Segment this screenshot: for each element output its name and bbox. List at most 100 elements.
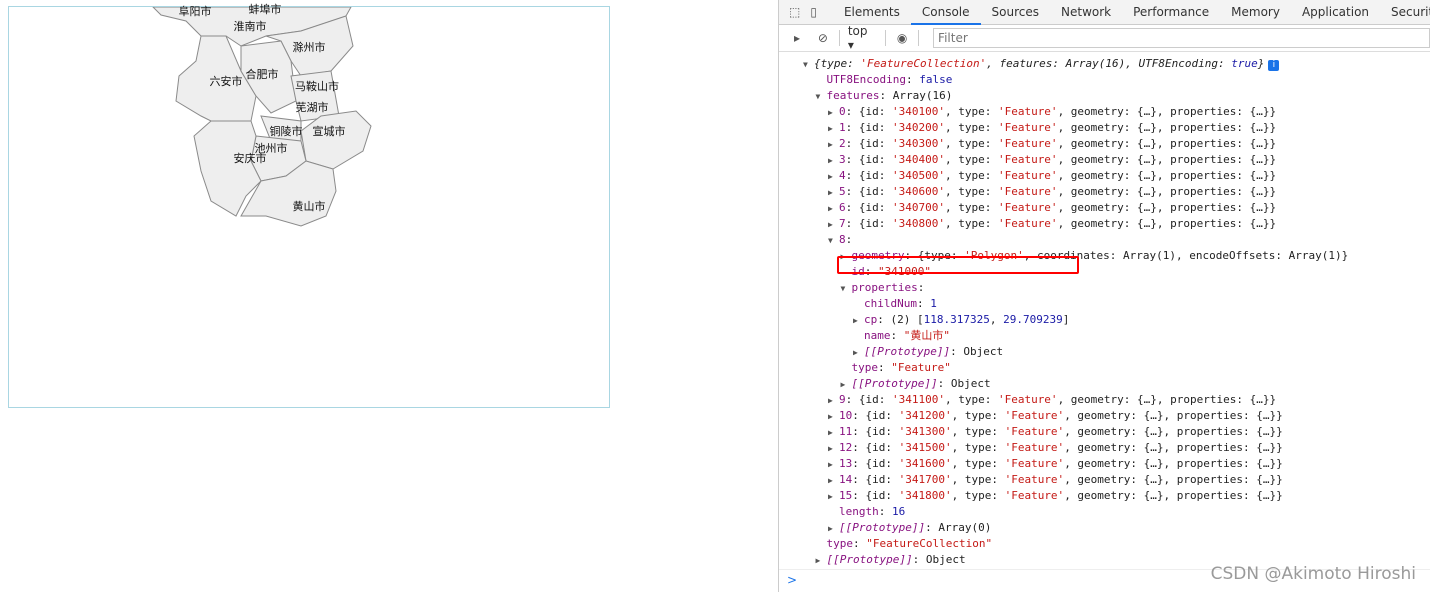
expanded-arrow-icon[interactable]: ▼ <box>803 57 814 73</box>
tab-memory[interactable]: Memory <box>1220 0 1291 25</box>
tab-security[interactable]: Security <box>1380 0 1430 25</box>
collapsed-arrow-icon[interactable]: ▶ <box>828 521 839 537</box>
tab-console[interactable]: Console <box>910 0 981 25</box>
tab-network[interactable]: Network <box>1050 0 1122 25</box>
console-line[interactable]: ▶ 0: {id: '340100', type: 'Feature', geom… <box>779 104 1430 120</box>
tab-elements[interactable]: Elements <box>833 0 911 25</box>
token: UTF8Encoding <box>826 73 906 86</box>
tab-application[interactable]: Application <box>1291 0 1380 25</box>
console-line[interactable]: ▶ 9: {id: '341100', type: 'Feature', geom… <box>779 392 1430 408</box>
tab-sources[interactable]: Sources <box>981 0 1050 25</box>
tab-performance[interactable]: Performance <box>1122 0 1220 25</box>
token: 'Feature' <box>997 217 1058 230</box>
console-line[interactable]: ▶ cp: (2) [118.317325, 29.709239] <box>779 312 1430 328</box>
context-label: top <box>847 24 868 38</box>
token: , type: <box>944 393 998 406</box>
collapsed-arrow-icon[interactable]: ▶ <box>828 121 839 137</box>
expanded-arrow-icon[interactable]: ▼ <box>841 281 852 297</box>
console-line[interactable]: ▶ 4: {id: '340500', type: 'Feature', geom… <box>779 168 1430 184</box>
token: [[Prototype]] <box>826 553 913 566</box>
divider <box>918 30 920 46</box>
collapsed-arrow-icon[interactable]: ▶ <box>828 105 839 121</box>
token: 11 <box>839 425 853 438</box>
token: : {id: <box>852 489 899 502</box>
token: , type: <box>944 121 998 134</box>
console-line[interactable]: ▶ 2: {id: '340300', type: 'Feature', geom… <box>779 136 1430 152</box>
token: } <box>1257 57 1265 70</box>
token: [[Prototype]] <box>851 377 938 390</box>
map-label: 黄山市 <box>292 200 326 213</box>
devtools-panel: ⬚ ▯ Elements Console Sources Network Perform… <box>778 0 1430 592</box>
map-label: 马鞍山市 <box>295 80 339 93</box>
collapsed-arrow-icon[interactable]: ▶ <box>853 313 864 329</box>
token: , type: <box>944 153 998 166</box>
console-line[interactable]: ▼ features: Array(16) <box>779 88 1430 104</box>
console-line[interactable]: ▶ 13: {id: '341600', type: 'Feature', geo… <box>779 456 1430 472</box>
token: 2 <box>839 137 846 150</box>
devtools-tabbar: ⬚ ▯ Elements Console Sources Network Perform… <box>779 0 1430 25</box>
console-line[interactable]: ▶ [[Prototype]]: Array(0) <box>779 520 1430 536</box>
console-line[interactable]: ▼ properties: <box>779 280 1430 296</box>
collapsed-arrow-icon[interactable]: ▶ <box>828 153 839 169</box>
collapsed-arrow-icon[interactable]: ▶ <box>828 425 839 441</box>
token: , geometry: {…}, properties: {…}} <box>1057 105 1277 118</box>
console-line[interactable]: ▶ 6: {id: '340700', type: 'Feature', geom… <box>779 200 1430 216</box>
console-line[interactable]: ▼ 8: <box>779 232 1430 248</box>
token: 15 <box>839 489 853 502</box>
collapsed-arrow-icon[interactable]: ▶ <box>828 489 839 505</box>
token: 13 <box>839 457 853 470</box>
eye-icon[interactable]: ◉ <box>894 30 910 46</box>
token: 'Feature' <box>997 137 1058 150</box>
info-icon[interactable]: i <box>1268 60 1280 71</box>
collapsed-arrow-icon[interactable]: ▶ <box>828 457 839 473</box>
map-chart[interactable]: 阜阳市 蚌埠市 淮南市 滁州市 合肥市 六安市 马鞍山市 芜湖市 铜陵市 宣城市 池州市 安庆市 黄山市 <box>8 3 610 408</box>
collapsed-arrow-icon[interactable]: ▶ <box>828 169 839 185</box>
console-line[interactable]: ▶ 3: {id: '340400', type: 'Feature', geom… <box>779 152 1430 168</box>
token: 6 <box>839 201 846 214</box>
console-line[interactable]: ▶ 12: {id: '341500', type: 'Feature', geo… <box>779 440 1430 456</box>
filter-input[interactable] <box>933 28 1430 48</box>
map-label: 蚌埠市 <box>248 3 282 16</box>
collapsed-arrow-icon[interactable]: ▶ <box>828 137 839 153</box>
collapsed-arrow-icon[interactable]: ▶ <box>853 345 864 361</box>
token: 10 <box>839 409 853 422</box>
collapsed-arrow-icon[interactable]: ▶ <box>841 377 852 393</box>
feature-id: '340500' <box>891 169 945 182</box>
console-line[interactable]: ▶ 7: {id: '340800', type: 'Feature', geom… <box>779 216 1430 232</box>
token: : {id: <box>852 409 899 422</box>
context-selector[interactable]: top ▾ <box>848 24 877 52</box>
token: 'Feature' <box>997 153 1058 166</box>
token: , geometry: {…}, properties: {…}} <box>1057 121 1277 134</box>
expanded-arrow-icon[interactable]: ▼ <box>828 233 839 249</box>
console-line[interactable]: ▶ 10: {id: '341200', type: 'Feature', geo… <box>779 408 1430 424</box>
collapsed-arrow-icon[interactable]: ▶ <box>828 409 839 425</box>
console-line[interactable]: ▼ {type: 'FeatureCollection', features: A… <box>779 56 1430 72</box>
map-label: 合肥市 <box>245 68 279 81</box>
console-line[interactable]: ▶ 1: {id: '340200', type: 'Feature', geom… <box>779 120 1430 136</box>
console-line[interactable]: ▶ 14: {id: '341700', type: 'Feature', geo… <box>779 472 1430 488</box>
token: [[Prototype]] <box>839 521 926 534</box>
collapsed-arrow-icon[interactable]: ▶ <box>828 473 839 489</box>
console-line[interactable]: ▶ [[Prototype]]: Object <box>779 344 1430 360</box>
console-line[interactable]: ▶ 5: {id: '340600', type: 'Feature', geom… <box>779 184 1430 200</box>
sidebar-toggle-icon[interactable]: ▸ <box>789 30 805 46</box>
console-line[interactable]: ▶ 11: {id: '341300', type: 'Feature', geo… <box>779 424 1430 440</box>
token: : {id: <box>845 137 892 150</box>
collapsed-arrow-icon[interactable]: ▶ <box>816 553 827 569</box>
inspect-element-icon[interactable]: ⬚ <box>789 4 800 20</box>
token: , type: <box>944 185 998 198</box>
collapsed-arrow-icon[interactable]: ▶ <box>828 185 839 201</box>
clear-console-icon[interactable]: ⊘ <box>815 30 831 46</box>
token: 'Feature' <box>1004 409 1065 422</box>
expanded-arrow-icon[interactable]: ▼ <box>816 89 827 105</box>
token: 'Feature' <box>1004 489 1065 502</box>
collapsed-arrow-icon[interactable]: ▶ <box>828 201 839 217</box>
device-toolbar-icon[interactable]: ▯ <box>810 4 817 20</box>
collapsed-arrow-icon[interactable]: ▶ <box>828 441 839 457</box>
console-line[interactable]: ▶ [[Prototype]]: Object <box>779 376 1430 392</box>
token: , geometry: {…}, properties: {…}} <box>1064 425 1283 438</box>
collapsed-arrow-icon[interactable]: ▶ <box>828 217 839 233</box>
token: name <box>864 329 891 342</box>
collapsed-arrow-icon[interactable]: ▶ <box>828 393 839 409</box>
console-line[interactable]: ▶ 15: {id: '341800', type: 'Feature', geo… <box>779 488 1430 504</box>
